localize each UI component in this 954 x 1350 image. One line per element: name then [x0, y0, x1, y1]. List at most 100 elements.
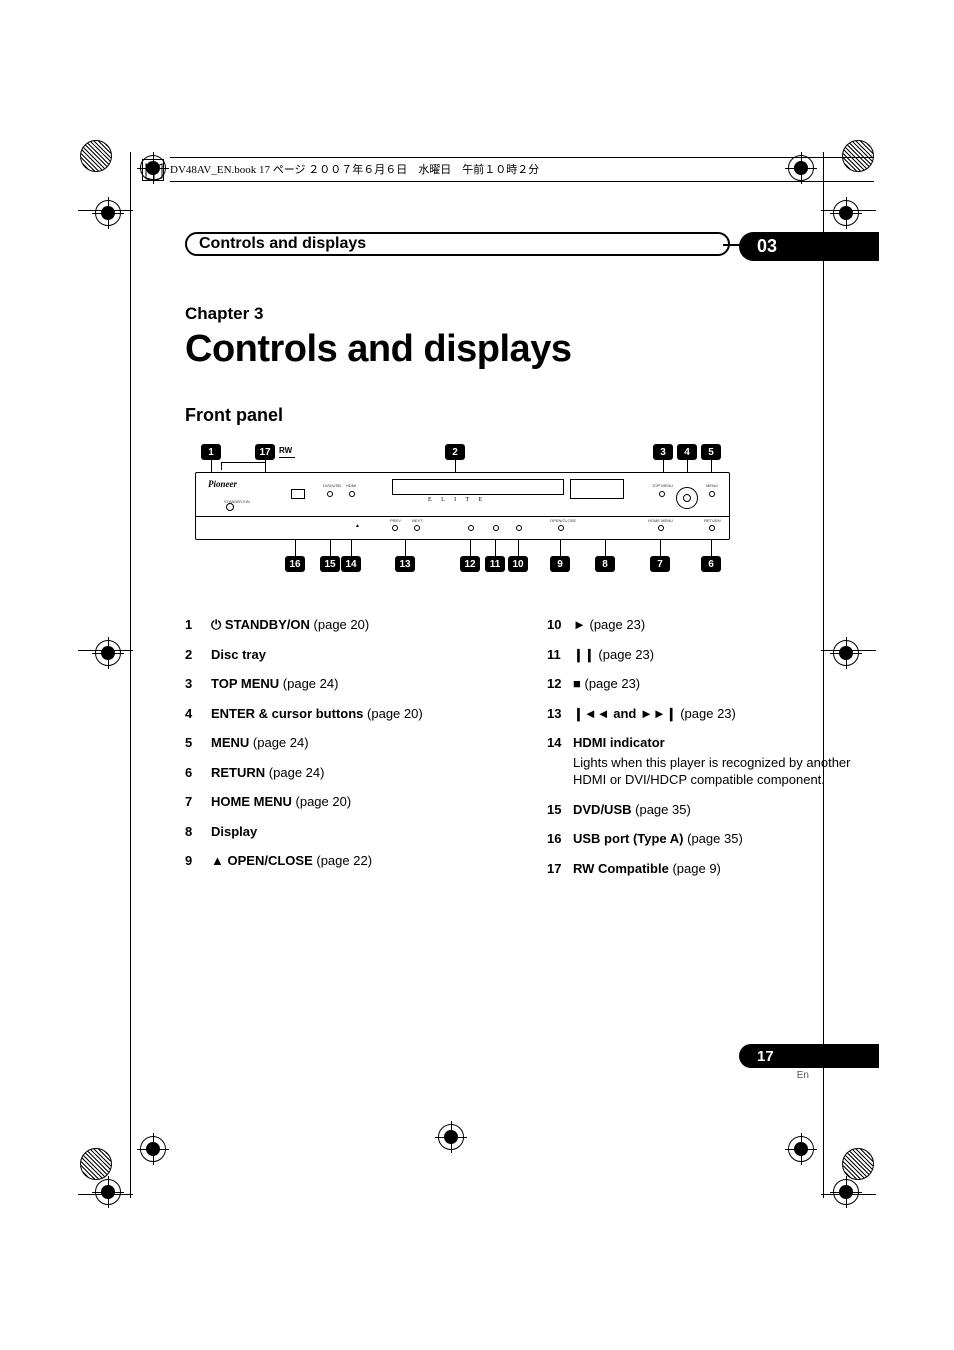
callout-12: 12	[460, 556, 480, 572]
entry-number: 4	[185, 705, 211, 723]
entry-body: RETURN (page 24)	[211, 764, 517, 782]
entry-body: RW Compatible (page 9)	[573, 860, 879, 878]
entry-number: 12	[547, 675, 573, 693]
enter-dial	[676, 487, 698, 509]
entry-symbol: ►	[573, 617, 586, 632]
entry-name: USB port (Type A)	[573, 831, 684, 846]
page-number: 17	[739, 1044, 879, 1068]
print-mark-hatched	[80, 140, 112, 172]
print-mark-register	[140, 1136, 166, 1162]
callout-5: 5	[701, 444, 721, 460]
callout-2: 2	[445, 444, 465, 460]
entry-page: (page 24)	[283, 676, 339, 691]
usb-icon	[291, 489, 305, 499]
entry-symbol: ▲	[211, 853, 224, 868]
display-screen	[570, 479, 624, 499]
entry-name: Display	[211, 824, 257, 839]
entry-body: ENTER & cursor buttons (page 20)	[211, 705, 517, 723]
open-close-label: OPEN/CLOSE	[550, 518, 576, 523]
list-item: 16USB port (Type A) (page 35)	[547, 830, 879, 848]
section-header-bar: Controls and displays 03	[185, 232, 879, 260]
entry-name: HDMI indicator	[573, 735, 665, 750]
callout-11: 11	[485, 556, 505, 572]
entry-name: RW Compatible	[573, 861, 669, 876]
entry-body: ❙❙ (page 23)	[573, 646, 879, 664]
entry-symbol: ■	[573, 676, 581, 691]
list-item: 2Disc tray	[185, 646, 517, 664]
elite-label: E L I T E	[428, 497, 486, 503]
entry-page: (page 20)	[367, 706, 423, 721]
print-mark-line	[821, 1194, 876, 1195]
entry-number: 2	[185, 646, 211, 664]
list-item: 12■ (page 23)	[547, 675, 879, 693]
list-item: 1⏻ STANDBY/ON (page 20)	[185, 616, 517, 634]
entry-body: ▲ OPEN/CLOSE (page 22)	[211, 852, 517, 870]
chapter-label: Chapter 3	[185, 304, 879, 324]
prev-label: PREV	[390, 518, 401, 523]
entry-symbol: ⏻	[211, 617, 221, 632]
list-item: 17RW Compatible (page 9)	[547, 860, 879, 878]
entry-name: RETURN	[211, 765, 265, 780]
section-title: Controls and displays	[199, 235, 366, 253]
entry-page: (page 35)	[635, 802, 691, 817]
pause-button	[493, 525, 499, 531]
entry-page: (page 35)	[687, 831, 743, 846]
print-mark-register	[833, 200, 859, 226]
entry-page: (page 23)	[590, 617, 646, 632]
entry-body: MENU (page 24)	[211, 734, 517, 752]
entry-name: HOME MENU	[211, 794, 292, 809]
callout-17: 17	[255, 444, 275, 460]
list-item: 6RETURN (page 24)	[185, 764, 517, 782]
next-label: NEXT	[412, 518, 423, 523]
callout-9: 9	[550, 556, 570, 572]
entry-body: DVD/USB (page 35)	[573, 801, 879, 819]
entry-body: HOME MENU (page 20)	[211, 793, 517, 811]
print-mark-register	[95, 200, 121, 226]
left-column: 1⏻ STANDBY/ON (page 20)2Disc tray3TOP ME…	[185, 616, 517, 889]
page-lang: En	[797, 1070, 809, 1081]
entry-number: 11	[547, 646, 573, 664]
list-item: 7HOME MENU (page 20)	[185, 793, 517, 811]
print-mark-line	[821, 210, 876, 211]
chapter-badge: 03	[739, 232, 879, 261]
entry-name: OPEN/CLOSE	[228, 853, 313, 868]
entry-number: 17	[547, 860, 573, 878]
menu-button	[709, 491, 715, 497]
entry-page: (page 9)	[672, 861, 720, 876]
entry-number: 6	[185, 764, 211, 782]
book-icon	[142, 159, 164, 181]
brand-logo: Pioneer	[208, 479, 237, 489]
next-button	[414, 525, 420, 531]
entry-page: (page 24)	[269, 765, 325, 780]
entry-number: 13	[547, 705, 573, 723]
entry-number: 15	[547, 801, 573, 819]
prev-button	[392, 525, 398, 531]
entry-body: HDMI indicatorLights when this player is…	[573, 734, 879, 789]
print-mark-line	[78, 1194, 133, 1195]
entry-name: MENU	[211, 735, 249, 750]
print-mark-line	[78, 650, 133, 651]
entry-number: 16	[547, 830, 573, 848]
dvd-usb-button	[327, 491, 333, 497]
entry-body: USB port (Type A) (page 35)	[573, 830, 879, 848]
section-heading: Front panel	[185, 405, 879, 426]
menu-label: MENU	[706, 483, 718, 488]
rw-label: RW	[279, 446, 292, 455]
entry-page: (page 20)	[296, 794, 352, 809]
callout-1: 1	[201, 444, 221, 460]
entry-number: 1	[185, 616, 211, 634]
callout-10: 10	[508, 556, 528, 572]
print-mark-register	[95, 1179, 121, 1205]
list-item: 5MENU (page 24)	[185, 734, 517, 752]
hdmi-button	[349, 491, 355, 497]
list-item: 10► (page 23)	[547, 616, 879, 634]
book-file-header: DV48AV_EN.book 17 ページ ２００７年６月６日 水曜日 午前１０…	[170, 157, 874, 185]
dvd-usb-label: DVD/USB	[323, 483, 341, 488]
entry-number: 14	[547, 734, 573, 789]
list-item: 15DVD/USB (page 35)	[547, 801, 879, 819]
print-mark-register	[438, 1124, 464, 1150]
entry-number: 10	[547, 616, 573, 634]
list-item: 11❙❙ (page 23)	[547, 646, 879, 664]
top-menu-button	[659, 491, 665, 497]
list-item: 14HDMI indicatorLights when this player …	[547, 734, 879, 789]
